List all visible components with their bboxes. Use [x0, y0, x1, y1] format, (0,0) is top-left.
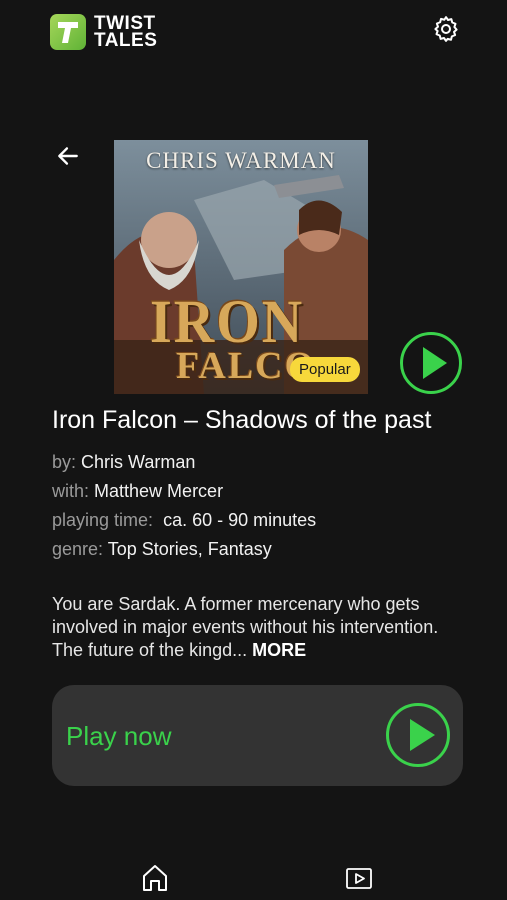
meta-genre: genre: Top Stories, Fantasy [52, 539, 272, 560]
play-now-card[interactable]: Play now [52, 685, 463, 786]
play-icon [386, 703, 450, 767]
arrow-left-icon[interactable] [55, 143, 81, 169]
meta-genre-value: Top Stories, Fantasy [107, 539, 272, 559]
meta-genre-label: genre: [52, 539, 104, 559]
logo-line-2: TALES [94, 30, 158, 51]
logo-text: TWIST TALES [94, 14, 158, 51]
meta-narrator: with: Matthew Mercer [52, 481, 223, 502]
meta-author-value: Chris Warman [81, 452, 196, 472]
book-description: You are Sardak. A former mercenary who g… [52, 593, 462, 662]
description-text: You are Sardak. A former mercenary who g… [52, 594, 439, 660]
book-cover[interactable]: CHRIS WARMAN IRON FALCO [114, 140, 368, 394]
play-now-button[interactable] [385, 702, 451, 768]
more-link[interactable]: MORE [252, 640, 306, 660]
play-now-label: Play now [66, 721, 172, 751]
play-icon [400, 332, 462, 394]
book-title: Iron Falcon – Shadows of the past [52, 406, 432, 434]
popular-badge: Popular [290, 357, 360, 382]
meta-narrator-value: Matthew Mercer [94, 481, 224, 501]
meta-author-label: by: [52, 452, 77, 472]
meta-author: by: Chris Warman [52, 452, 195, 473]
logo-mark [50, 14, 86, 50]
video-icon[interactable] [345, 866, 373, 890]
gear-icon[interactable] [431, 14, 461, 44]
app-logo[interactable]: TWIST TALES [50, 14, 157, 50]
play-button[interactable] [399, 331, 463, 395]
meta-time-value: ca. 60 - 90 minutes [163, 510, 317, 530]
meta-narrator-label: with: [52, 481, 90, 501]
meta-playing-time: playing time: ca. 60 - 90 minutes [52, 510, 316, 531]
logo-t-icon [58, 22, 78, 43]
meta-time-label: playing time: [52, 510, 154, 530]
home-icon[interactable] [142, 864, 168, 892]
cover-author: CHRIS WARMAN [146, 148, 336, 173]
